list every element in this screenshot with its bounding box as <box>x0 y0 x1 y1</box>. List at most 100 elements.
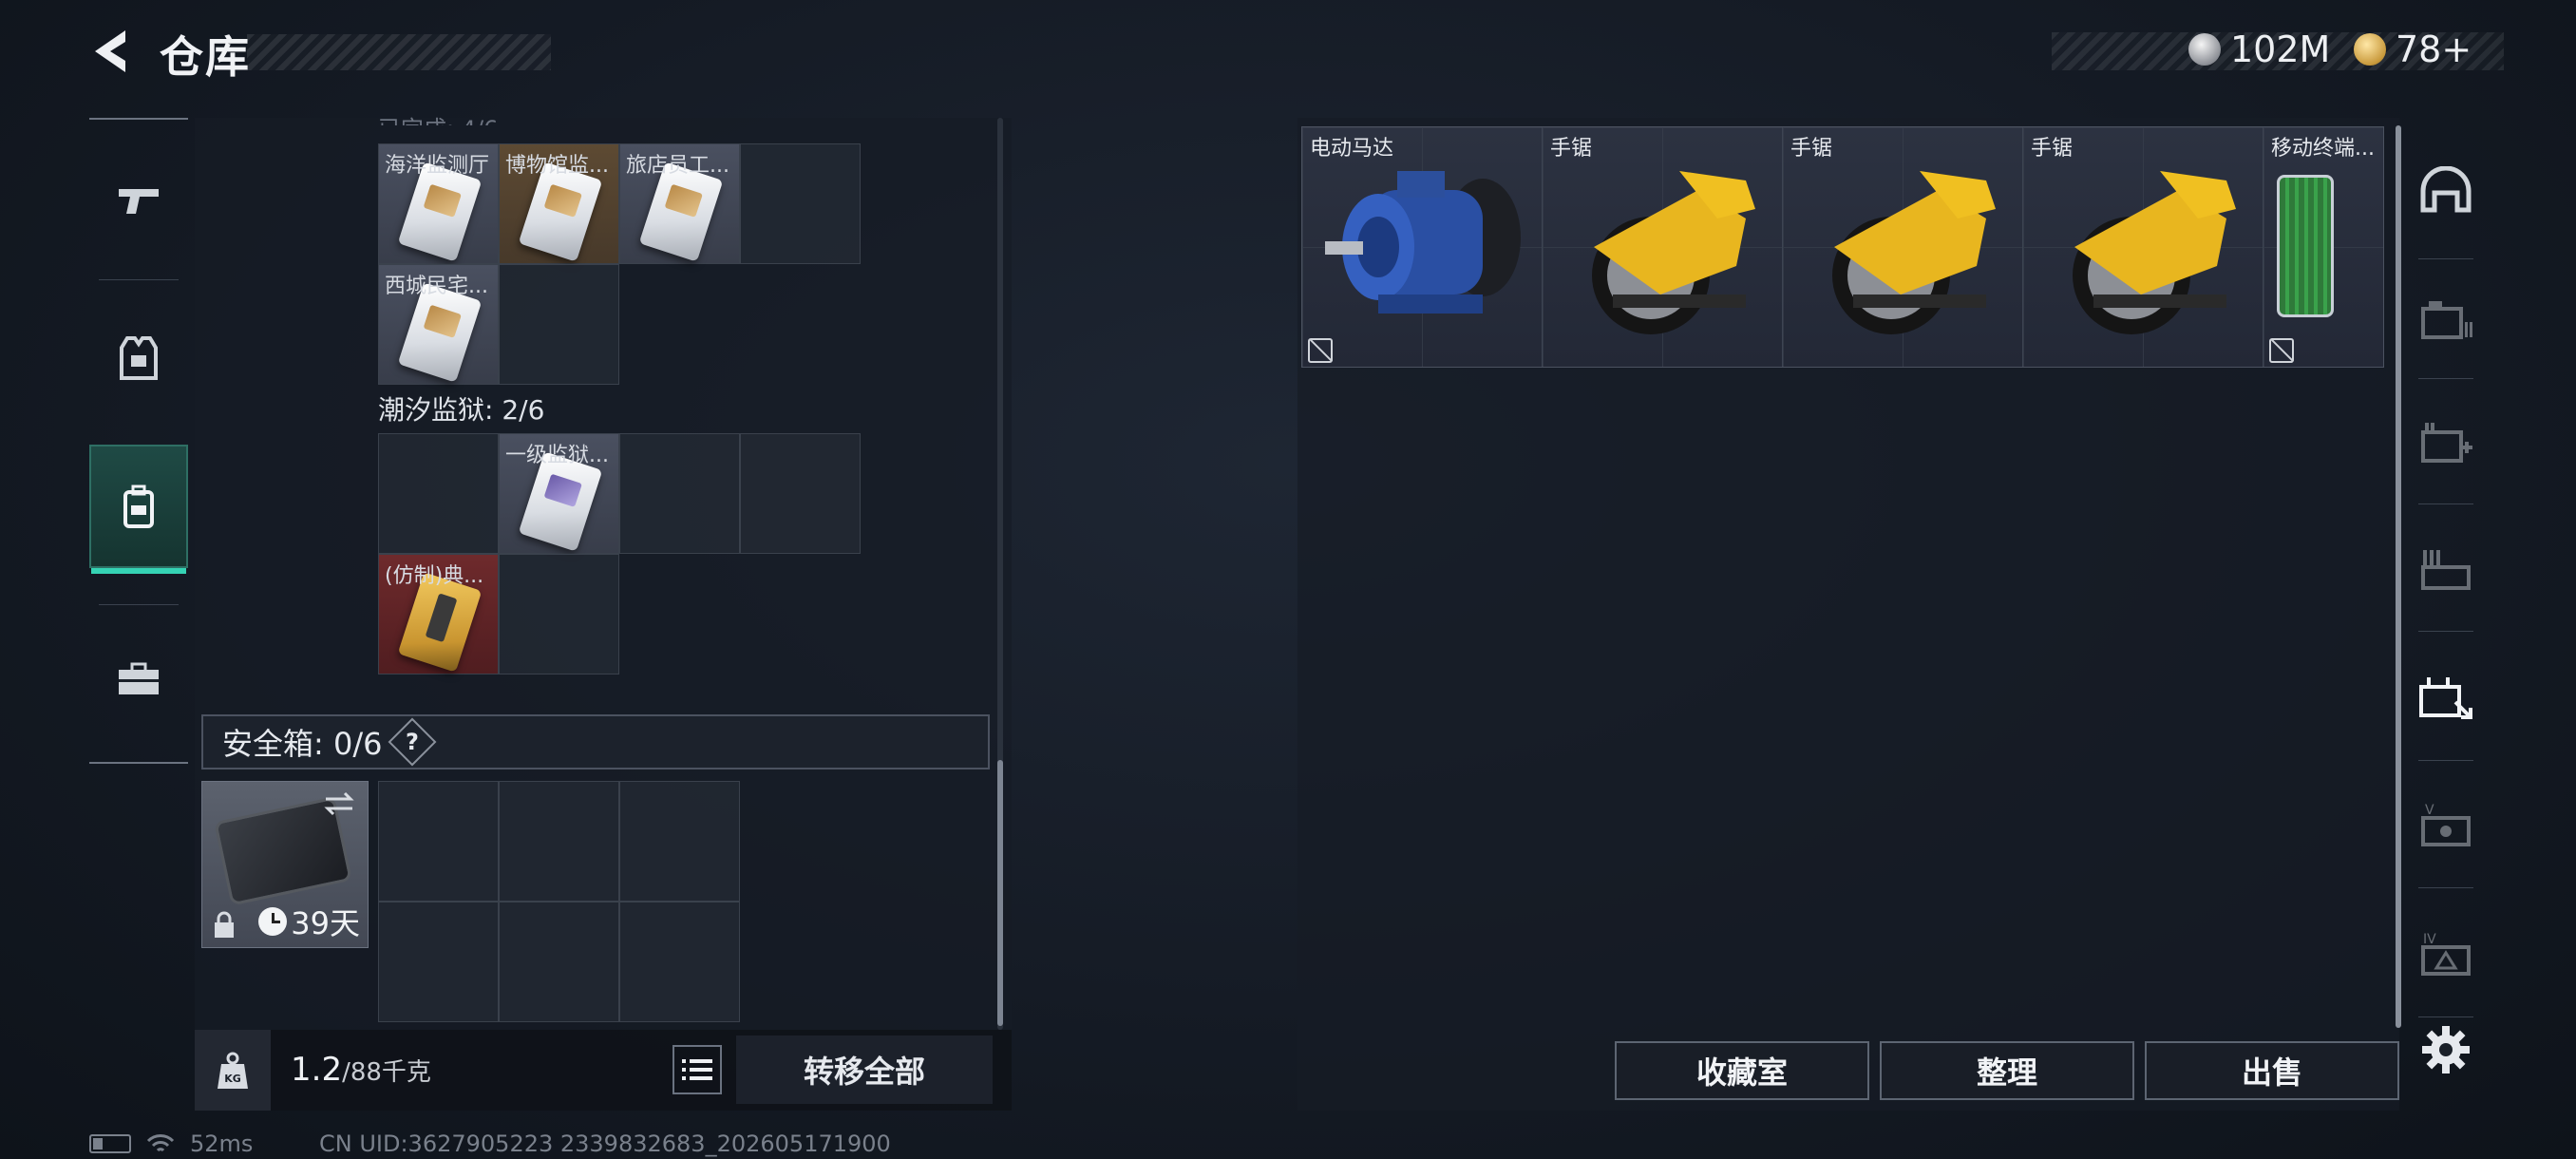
transfer-all-button[interactable]: 转移全部 <box>736 1036 993 1104</box>
clock-icon <box>258 907 288 936</box>
item-name: 手锯 <box>1790 137 1833 161</box>
ping-text: 52ms <box>190 1130 254 1157</box>
keycard-slot[interactable]: 一级监狱... <box>499 433 619 554</box>
keycard-label: 旅店员工... <box>626 154 729 178</box>
storage-3-icon <box>2421 550 2471 590</box>
swap-icon[interactable] <box>322 789 356 818</box>
keycard-slot[interactable]: 西城民宅... <box>378 264 499 385</box>
storage-tab-3[interactable] <box>2405 517 2487 621</box>
storage-6-icon: IV <box>2421 932 2471 976</box>
list-view-button[interactable] <box>672 1045 722 1094</box>
weight-button[interactable]: KG <box>195 1030 271 1111</box>
back-arrow-icon <box>95 30 125 72</box>
storage-item-saw-3[interactable]: 手锯 <box>2023 127 2263 367</box>
sell-button[interactable]: 出售 <box>2145 1041 2399 1100</box>
empty-slot[interactable] <box>740 143 861 264</box>
mobile-terminal-icon <box>2277 175 2334 317</box>
keycard-slot[interactable]: (仿制)典... <box>378 554 499 674</box>
wifi-icon <box>146 1134 175 1152</box>
circular-saw-icon <box>1832 171 1996 334</box>
circular-saw-icon <box>2073 171 2236 334</box>
circular-saw-icon <box>1592 171 1755 334</box>
keycard-slot[interactable]: 博物馆监... <box>499 143 619 264</box>
storage-1-icon <box>2421 301 2472 339</box>
gear-icon <box>2422 1026 2470 1074</box>
storage-tab-1[interactable] <box>2405 266 2487 370</box>
safe-box-slot[interactable] <box>619 902 740 1022</box>
empty-slot[interactable] <box>619 433 740 554</box>
backpack-scroll-thumb[interactable] <box>997 760 1003 1026</box>
dome-icon <box>2420 166 2472 213</box>
electric-motor-icon <box>1325 171 1521 314</box>
days-left-text: 39天 <box>291 905 360 941</box>
toolbox-icon <box>119 662 159 694</box>
keycard-label: 一级监狱... <box>505 444 609 467</box>
back-button[interactable] <box>87 25 141 78</box>
safe-box-label: 安全箱: 0/6 <box>222 726 383 762</box>
storage-item-terminal[interactable]: 移动终端... <box>2263 127 2383 367</box>
storage-tab-5[interactable]: V <box>2405 773 2487 878</box>
backpack-icon <box>123 484 154 528</box>
empty-slot[interactable] <box>499 264 619 385</box>
silver-amount: 102M <box>2230 28 2331 70</box>
storage-4-icon <box>2419 677 2472 719</box>
lock-icon <box>215 911 234 938</box>
empty-slot[interactable] <box>499 554 619 674</box>
safe-box-slot[interactable] <box>378 902 499 1022</box>
safe-box-slot[interactable] <box>499 781 619 902</box>
currency-gold[interactable]: 78+ <box>2354 28 2472 70</box>
keycard-group-title: 潮汐监狱: 2/6 <box>378 394 545 426</box>
svg-text:KG: KG <box>224 1073 241 1085</box>
currency-silver[interactable]: 102M <box>2188 28 2330 70</box>
safe-box-timer: 39天 <box>258 900 360 943</box>
safe-box-item[interactable]: 39天 <box>201 781 369 948</box>
left-category-nav <box>89 118 188 764</box>
page-title: 仓库 <box>160 31 251 83</box>
storage-tab-dome[interactable] <box>2405 133 2487 247</box>
item-name: 手锯 <box>1550 137 1593 161</box>
storage-scrollbar[interactable] <box>2396 125 2401 1028</box>
keycard-label: 海洋监测厅 <box>385 154 490 178</box>
settings-button[interactable] <box>2420 1024 2472 1075</box>
gold-coin-icon <box>2354 33 2386 66</box>
uid-text: CN UID:3627905223 2339832683_20260517190… <box>319 1130 891 1157</box>
keycard-label: 西城民宅... <box>385 275 488 298</box>
armor-vest-icon <box>120 336 158 380</box>
storage-tab-6[interactable]: IV <box>2405 902 2487 1007</box>
status-bar: 52ms <box>89 1130 253 1157</box>
svg-text:V: V <box>2425 803 2434 818</box>
storage-2-icon <box>2421 423 2472 463</box>
weight-icon: KG <box>218 1052 248 1089</box>
storage-tab-4[interactable] <box>2405 646 2487 750</box>
gold-amount: 78+ <box>2396 28 2472 70</box>
group-label-cut: 已完成: 4/6 <box>378 110 498 125</box>
safe-box-slot[interactable] <box>378 781 499 902</box>
item-name: 电动马达 <box>1310 137 1394 161</box>
safe-box-slot[interactable] <box>619 781 740 902</box>
storage-item-motor[interactable]: 电动马达 <box>1302 127 1543 367</box>
storage-item-grid: 电动马达 手锯 手锯 手锯 移动终端... <box>1301 126 2384 368</box>
storage-item-saw-2[interactable]: 手锯 <box>1783 127 2023 367</box>
nav-toolbox[interactable] <box>89 618 188 741</box>
nav-backpack[interactable] <box>89 445 188 574</box>
sort-button[interactable]: 整理 <box>1880 1041 2134 1100</box>
storage-tab-2[interactable] <box>2405 390 2487 494</box>
empty-slot[interactable] <box>378 433 499 554</box>
title-decoration <box>247 34 551 70</box>
keycard-slot[interactable]: 旅店员工... <box>619 143 740 264</box>
weight-readout: 1.2/88千克 <box>291 1051 431 1089</box>
help-icon[interactable]: ? <box>388 717 437 767</box>
gun-icon <box>119 189 159 214</box>
storage-item-saw-1[interactable]: 手锯 <box>1543 127 1783 367</box>
empty-slot[interactable] <box>740 433 861 554</box>
nav-armor[interactable] <box>89 296 188 420</box>
keycard-slot[interactable]: 海洋监测厅 <box>378 143 499 264</box>
safe-box-slot[interactable] <box>499 902 619 1022</box>
nav-weapons[interactable] <box>89 139 188 262</box>
safe-box-header: 安全箱: 0/6 ? <box>201 714 990 770</box>
no-trade-icon <box>2269 338 2294 363</box>
keycard-label: 博物馆监... <box>505 154 609 178</box>
storage-5-icon: V <box>2421 803 2471 846</box>
keycard-label: (仿制)典... <box>385 564 484 588</box>
collection-room-button[interactable]: 收藏室 <box>1615 1041 1869 1100</box>
